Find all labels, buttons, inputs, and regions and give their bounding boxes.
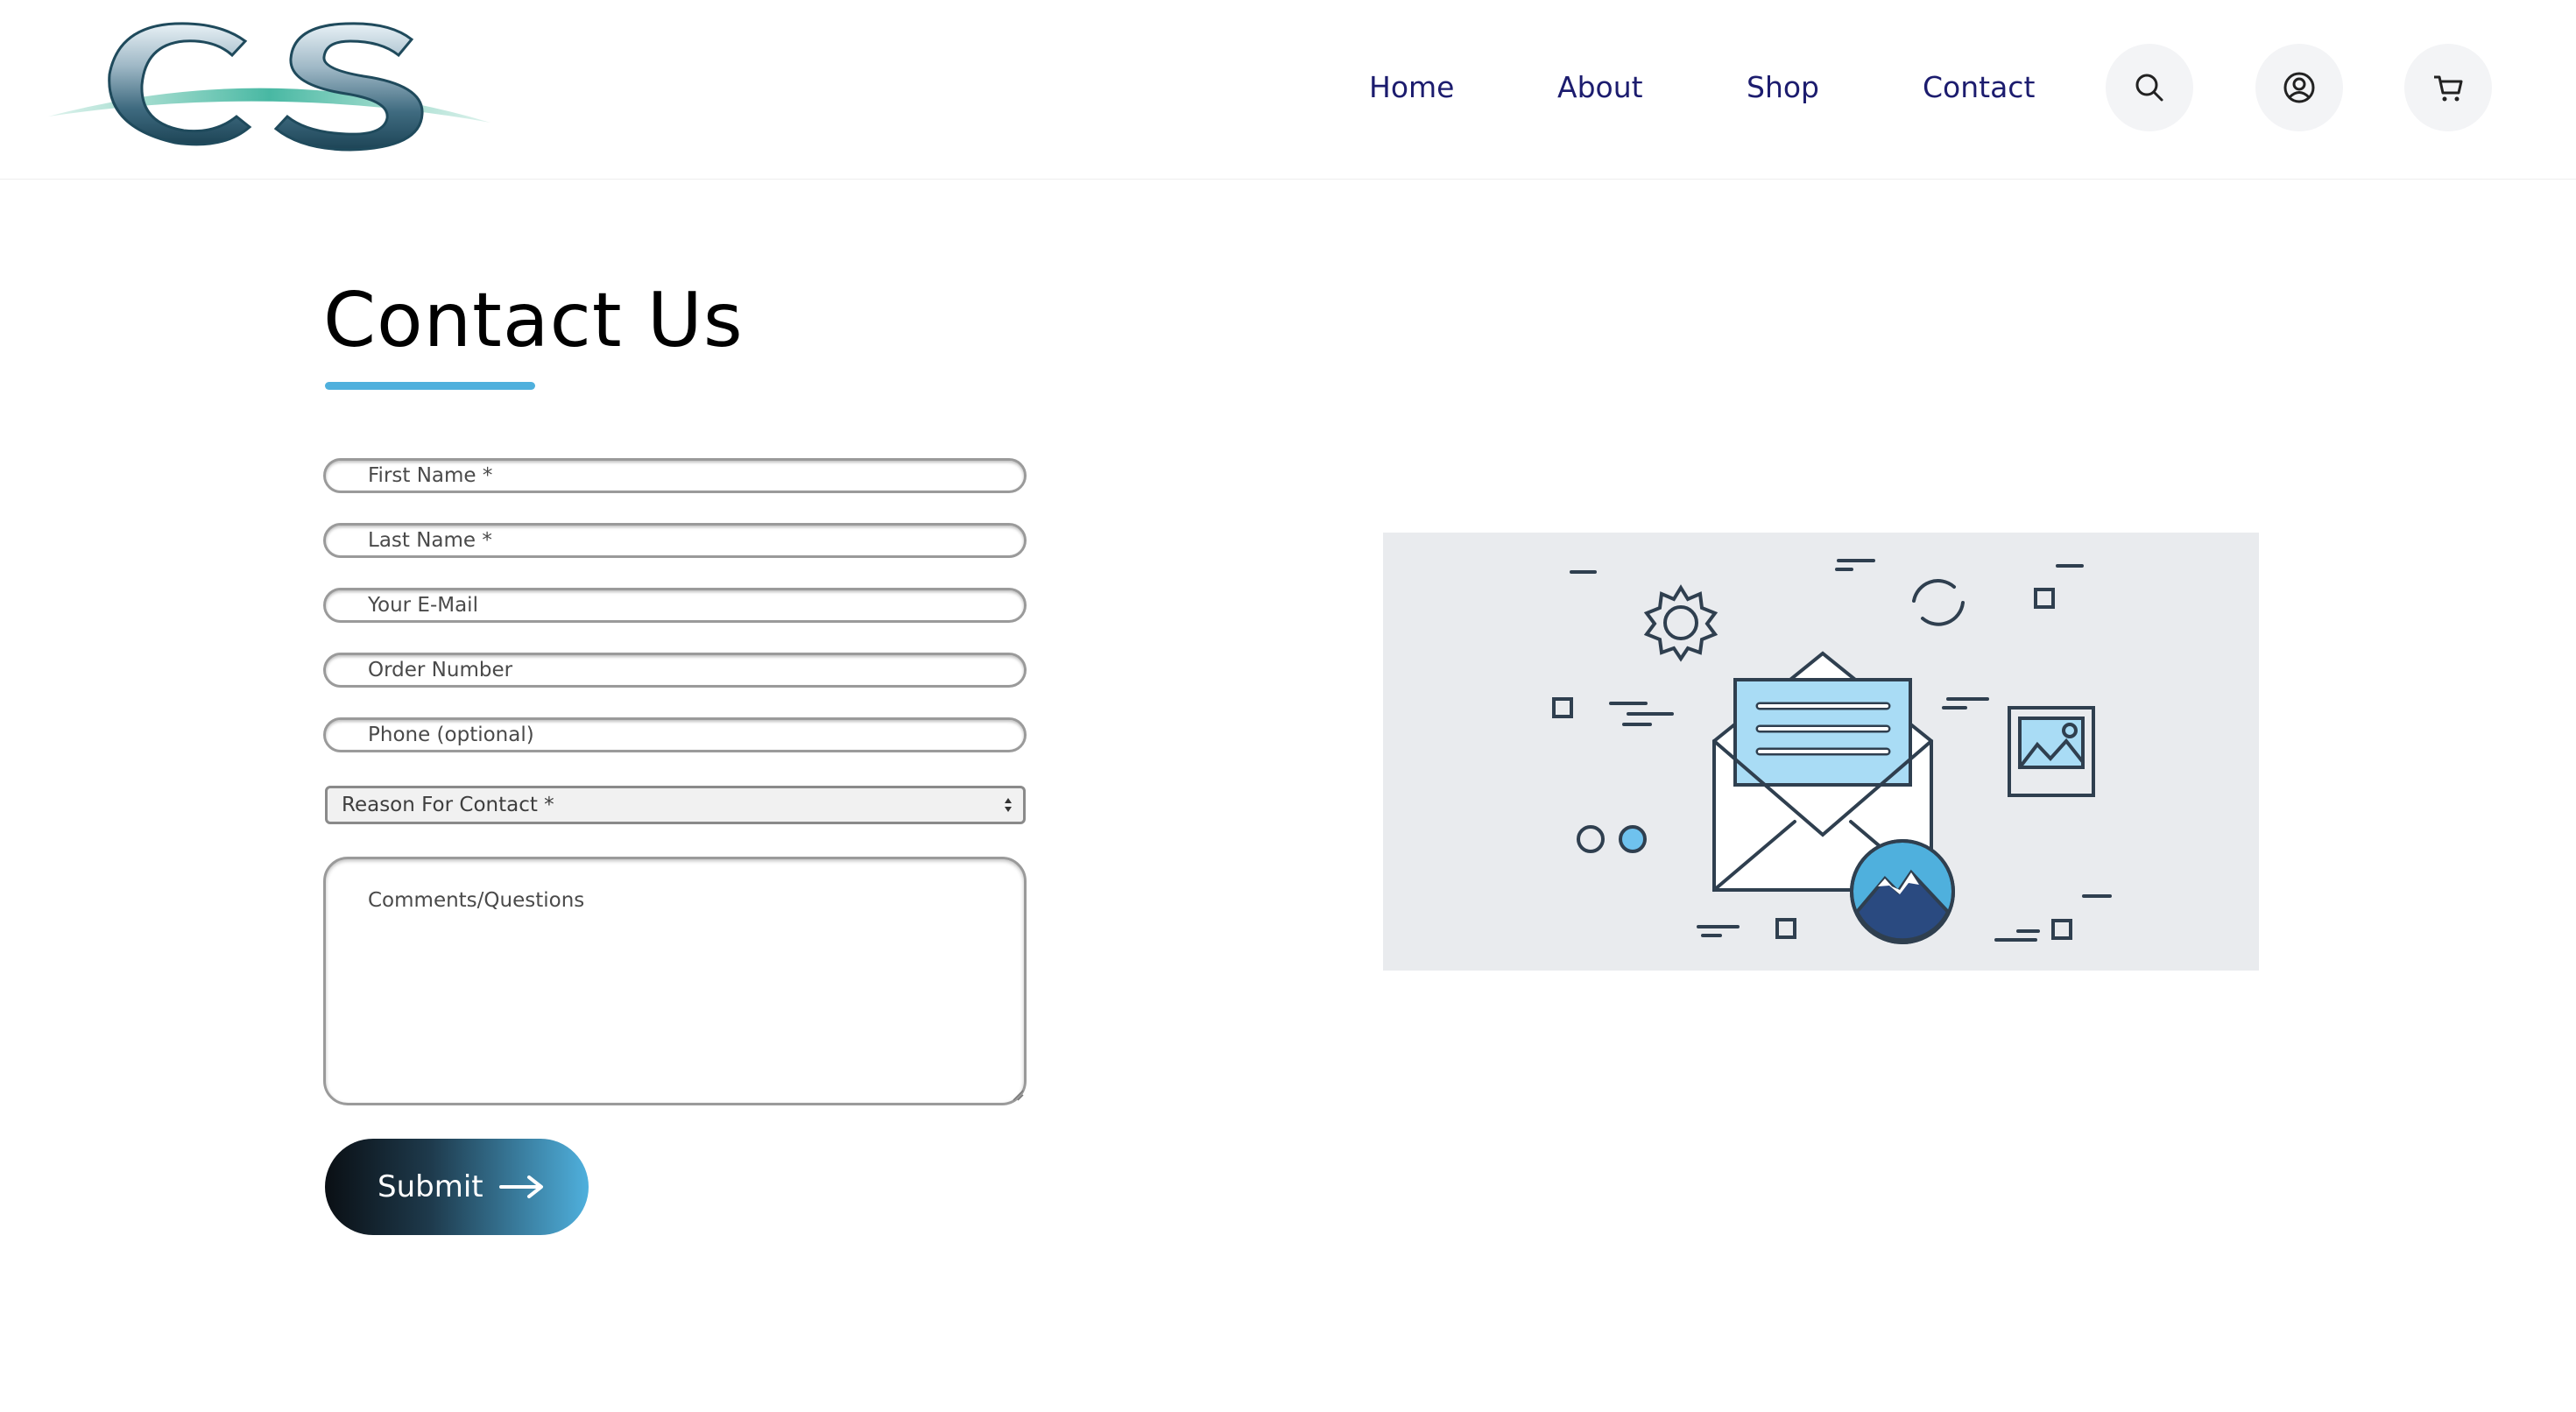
account-button[interactable] (2255, 44, 2343, 131)
order-number-field[interactable] (323, 653, 1027, 688)
site-header: Home About Shop Contact (0, 0, 2576, 180)
reason-select-value: Reason For Contact * (342, 794, 554, 816)
page-title: Contact Us (323, 277, 744, 364)
submit-label: Submit (378, 1169, 483, 1204)
phone-field[interactable] (323, 717, 1027, 752)
nav-about[interactable]: About (1557, 67, 1643, 109)
comments-field[interactable] (323, 857, 1027, 1105)
cs-logo[interactable] (44, 13, 499, 162)
arrow-right-icon (498, 1175, 543, 1198)
last-name-field[interactable] (323, 523, 1027, 558)
nav-shop[interactable]: Shop (1747, 67, 1819, 109)
nav-home[interactable]: Home (1369, 67, 1454, 109)
title-underline (325, 382, 535, 390)
search-button[interactable] (2106, 44, 2193, 131)
nav-contact[interactable]: Contact (1923, 67, 2035, 109)
account-icon (2283, 72, 2315, 103)
submit-button[interactable]: Submit (325, 1139, 589, 1235)
contact-illustration (1383, 533, 2259, 971)
resize-grip-icon[interactable] (1012, 1089, 1024, 1101)
cart-icon (2434, 75, 2463, 102)
reason-select[interactable]: Reason For Contact * (325, 786, 1026, 824)
first-name-field[interactable] (323, 458, 1027, 493)
cart-button[interactable] (2404, 44, 2492, 131)
email-field[interactable] (323, 588, 1027, 623)
search-icon (2135, 74, 2163, 102)
select-arrows-icon (1005, 798, 1012, 812)
